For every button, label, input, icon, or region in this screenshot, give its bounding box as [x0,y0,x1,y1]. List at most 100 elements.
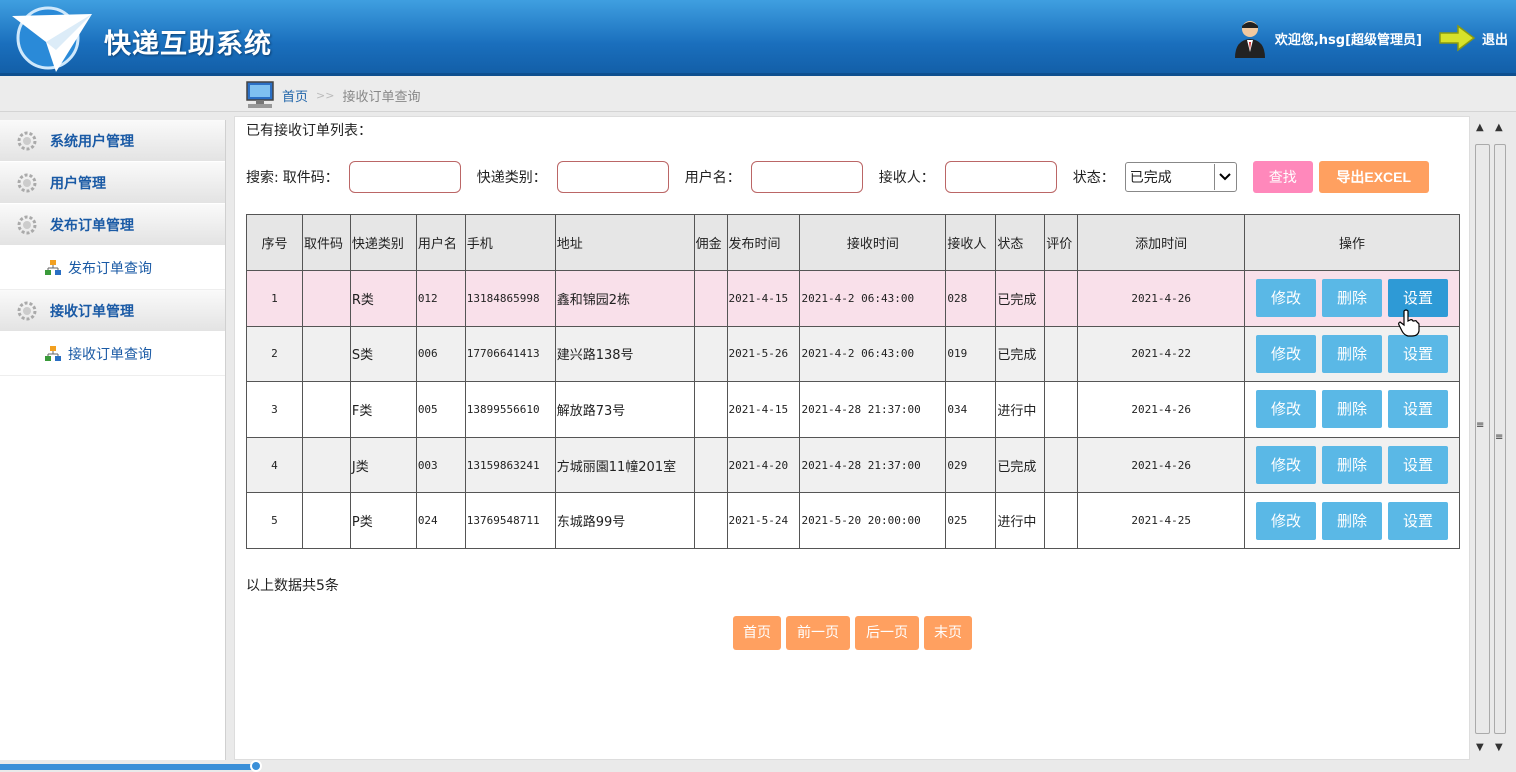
username-input[interactable] [750,161,863,193]
scroll-up-icon[interactable]: ▲ [1495,122,1503,133]
scroll-up-icon[interactable]: ▲ [1476,122,1484,133]
first-page-button[interactable]: 首页 [733,616,781,650]
paper-plane-logo-icon [12,6,92,72]
cell-phone: 17706641413 [464,325,556,383]
export-excel-button[interactable]: 导出EXCEL [1318,161,1429,193]
app-title: 快递互助系统 [104,29,272,60]
cell-index: 5 [246,492,303,549]
col-header: 快递类别 [349,214,417,271]
cell-status: 已完成 [995,270,1046,327]
edit-button[interactable]: 修改 [1256,334,1317,373]
col-header: 佣金 [693,214,728,271]
delete-button[interactable]: 删除 [1322,446,1383,485]
app-header: 快递互助系统 欢迎您,hsg[超级管理员] 退出 [0,0,1516,76]
org-tree-icon [45,345,61,361]
cell-actions: 修改 删除 设置 [1244,270,1460,327]
cell-phone: 13769548711 [464,492,556,549]
cell-type: S类 [349,325,417,383]
receiver-label: 接收人： [878,170,935,186]
edit-button[interactable]: 修改 [1256,446,1317,485]
cell-address: 建兴路138号 [554,325,695,383]
user-avatar-icon [1234,21,1265,58]
sidebar-item-label: 用户管理 [50,175,106,192]
cell-username: 024 [415,492,466,549]
sidebar-item-label: 发布订单管理 [50,217,134,234]
cell-actions: 修改 删除 设置 [1244,325,1460,383]
breadcrumb-home-link[interactable]: 首页 [282,86,308,105]
scroll-down-icon[interactable]: ▼ [1495,742,1503,753]
welcome-text: 欢迎您,hsg[超级管理员] [1274,32,1422,48]
cell-rating [1044,492,1079,549]
sidebar-item-receive-order-query[interactable]: 接收订单查询 [0,332,225,376]
gear-icon [17,131,37,150]
cell-status: 进行中 [995,381,1046,438]
cell-address: 东城路99号 [554,492,695,549]
cell-phone: 13184865998 [464,270,556,327]
scroll-down-icon[interactable]: ▼ [1476,742,1484,753]
sidebar-item-users[interactable]: 用户管理 [0,162,225,204]
content-scrollbar[interactable]: ▲ ≡ ▼ [1473,120,1492,758]
list-title: 已有接收订单列表： [246,123,372,139]
breadcrumb: 首页 >> 接收订单查询 [244,80,420,110]
prev-page-button[interactable]: 前一页 [786,616,850,650]
search-bar: 搜索: 取件码： 快递类别： 用户名： 接收人： 状态： 已完成 查找 导出EX… [246,160,1429,194]
breadcrumb-separator: >> [316,88,335,102]
next-page-button[interactable]: 后一页 [855,616,919,650]
express-type-input[interactable] [556,161,669,193]
sidebar-item-receive-orders[interactable]: 接收订单管理 [0,290,225,332]
cell-pickup-code [301,436,351,494]
sidebar-item-label: 接收订单管理 [50,303,134,320]
chevron-down-icon[interactable] [1213,164,1236,190]
set-button[interactable]: 设置 [1388,501,1449,540]
cell-publish-time: 2021-5-26 [726,325,801,383]
grip-icon: ≡ [1495,432,1504,443]
set-button[interactable]: 设置 [1388,446,1449,485]
col-header: 序号 [246,214,303,271]
computer-icon [246,81,274,108]
set-button[interactable]: 设置 [1388,390,1449,429]
receiver-input[interactable] [944,161,1057,193]
edit-button[interactable]: 修改 [1256,501,1317,540]
logout-link[interactable]: 退出 [1482,29,1508,48]
col-header: 状态 [995,214,1046,271]
delete-button[interactable]: 删除 [1322,279,1383,318]
table-row: 3 F类 005 13899556610 解放路73号 2021-4-15 20… [246,381,1460,438]
pickup-code-input[interactable] [348,161,461,193]
orders-table: 序号 取件码 快递类别 用户名 手机 地址 佣金 发布时间 接收时间 接收人 状… [246,214,1460,549]
scrollbar-thumb[interactable] [1475,144,1490,734]
sidebar-item-publish-orders[interactable]: 发布订单管理 [0,204,225,246]
cell-actions: 修改 删除 设置 [1244,381,1460,438]
cell-receiver: 029 [945,436,997,494]
logout-arrow-icon[interactable] [1438,24,1476,52]
col-header: 用户名 [415,214,466,271]
table-row: 1 R类 012 13184865998 鑫和锦园2栋 2021-4-15 20… [246,270,1460,327]
cell-pickup-code [301,325,351,383]
edit-button[interactable]: 修改 [1256,279,1317,318]
page-scrollbar[interactable]: ▲ ≡ ▼ [1492,120,1508,758]
cell-add-time: 2021-4-26 [1077,270,1246,327]
user-area: 欢迎您,hsg[超级管理员] 退出 [1233,18,1508,58]
delete-button[interactable]: 删除 [1322,501,1383,540]
cell-commission [693,381,728,438]
delete-button[interactable]: 删除 [1322,390,1383,429]
cell-index: 2 [246,325,303,383]
cell-commission [693,492,728,549]
delete-button[interactable]: 删除 [1322,334,1383,373]
progress-knob[interactable] [250,760,262,772]
status-select[interactable]: 已完成 [1124,162,1237,192]
pagination: 首页 前一页 后一页 末页 [733,616,977,650]
col-header: 评价 [1044,214,1079,271]
cell-phone: 13159863241 [464,436,556,494]
last-page-button[interactable]: 末页 [924,616,972,650]
set-button[interactable]: 设置 [1388,334,1449,373]
sidebar-item-system-users[interactable]: 系统用户管理 [0,120,225,162]
cell-index: 4 [246,436,303,494]
cell-index: 3 [246,381,303,438]
cell-receive-time: 2021-5-20 20:00:00 [799,492,947,549]
edit-button[interactable]: 修改 [1256,390,1317,429]
table-row: 4 J类 003 13159863241 方城丽園11幢201室 2021-4-… [246,436,1460,494]
find-button[interactable]: 查找 [1252,161,1313,193]
sidebar-item-publish-order-query[interactable]: 发布订单查询 [0,246,225,290]
col-header: 添加时间 [1077,214,1246,271]
sidebar-item-label: 发布订单查询 [68,260,152,277]
